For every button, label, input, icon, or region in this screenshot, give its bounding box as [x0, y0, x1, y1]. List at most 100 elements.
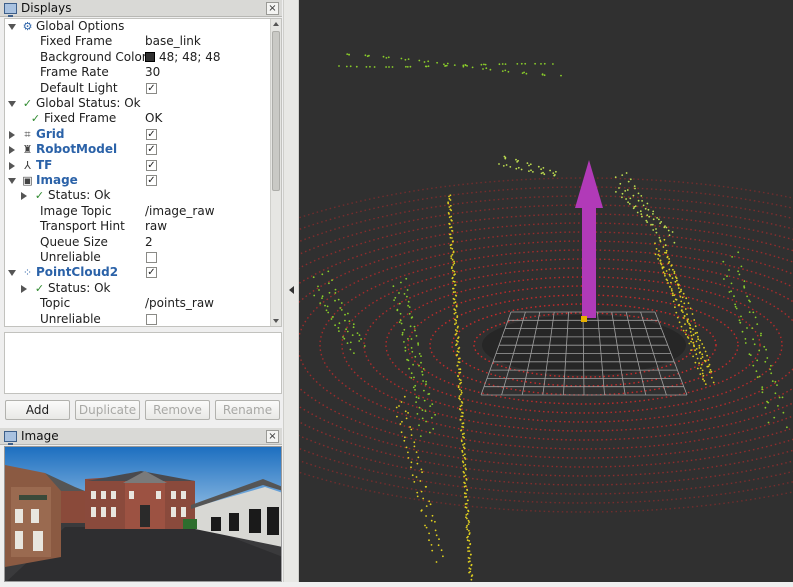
- tree-row-fixed-frame[interactable]: ✓ Fixed Frame OK: [5, 111, 271, 127]
- cloud-point: [692, 341, 695, 344]
- cloud-point: [658, 236, 661, 239]
- cloud-point: [346, 53, 349, 55]
- cloud-point: [467, 510, 470, 513]
- tree-row-topic[interactable]: Topic/points_raw: [5, 296, 271, 312]
- tree-row-label: Unreliable: [40, 250, 101, 264]
- duplicate-button[interactable]: Duplicate: [75, 400, 140, 420]
- cloud-point: [328, 282, 330, 285]
- tree-row-pointcloud2[interactable]: ⁘ PointCloud2 ✓: [5, 265, 271, 281]
- tree-row-value[interactable]: 48; 48; 48: [145, 50, 221, 65]
- cloud-point: [740, 265, 743, 268]
- tree-row-frame-rate[interactable]: Frame Rate 30: [5, 65, 271, 81]
- tree-row-robotmodel[interactable]: ♜ RobotModel ✓: [5, 142, 271, 158]
- scroll-up-icon[interactable]: [273, 22, 279, 26]
- cloud-point: [405, 417, 408, 420]
- cloud-point: [509, 166, 512, 168]
- cloud-point: [425, 420, 427, 423]
- tree-scrollbar[interactable]: [270, 19, 281, 326]
- tree-row-global-status-ok[interactable]: ✓ Global Status: Ok: [5, 96, 271, 112]
- tree-row-transport-hint[interactable]: Transport Hint raw: [5, 219, 271, 235]
- rename-button[interactable]: Rename: [215, 400, 280, 420]
- enable-checkbox[interactable]: [146, 252, 157, 263]
- 3d-scene[interactable]: [299, 0, 793, 587]
- enable-checkbox[interactable]: ✓: [146, 128, 157, 140]
- enable-checkbox[interactable]: ✓: [146, 159, 157, 171]
- tree-row-default-light[interactable]: Default Light ✓: [5, 81, 271, 97]
- cloud-point: [419, 480, 422, 482]
- gear-icon: ⚙: [22, 20, 33, 33]
- scrollbar-thumb[interactable]: [272, 31, 280, 191]
- displays-close-button[interactable]: ×: [266, 2, 279, 15]
- expand-right-icon[interactable]: [9, 146, 15, 155]
- cloud-point: [457, 336, 460, 338]
- tree-row-tf[interactable]: ⅄ TF ✓: [5, 158, 271, 174]
- cloud-point: [658, 218, 660, 221]
- expand-down-icon[interactable]: [8, 178, 16, 184]
- color-swatch[interactable]: [145, 51, 155, 62]
- expand-right-icon[interactable]: [9, 161, 15, 170]
- tree-row-image-topic[interactable]: Image Topic/image_raw: [5, 204, 271, 220]
- enable-checkbox[interactable]: ✓: [146, 144, 157, 156]
- tree-row-value[interactable]: raw: [145, 219, 167, 234]
- cloud-point: [663, 272, 666, 275]
- enable-checkbox[interactable]: [146, 313, 157, 325]
- cloud-point: [391, 66, 394, 68]
- expand-down-icon[interactable]: [8, 24, 16, 30]
- expand-right-icon[interactable]: [9, 130, 15, 139]
- cloud-point: [701, 353, 704, 356]
- tree-row-value[interactable]: /image_raw: [145, 204, 215, 219]
- render-3d-view[interactable]: [299, 0, 793, 587]
- tree-row-value[interactable]: 2: [145, 235, 153, 250]
- tree-row-global-options[interactable]: ⚙ Global Options: [5, 19, 271, 35]
- cloud-point: [675, 298, 678, 301]
- tree-row-status-ok[interactable]: ✓ Status: Ok: [5, 281, 271, 297]
- tree-row-fixed-frame[interactable]: Fixed Frame base_link: [5, 34, 271, 50]
- cloud-point: [541, 73, 544, 76]
- cloud-point: [756, 359, 759, 362]
- cloud-point: [324, 304, 326, 307]
- cloud-point: [540, 63, 542, 65]
- cloud-point: [348, 320, 351, 322]
- cloud-point: [681, 296, 684, 299]
- enable-checkbox[interactable]: ✓: [146, 82, 157, 94]
- scroll-down-icon[interactable]: [273, 319, 279, 323]
- cloud-point: [366, 55, 369, 58]
- enable-checkbox[interactable]: ✓: [146, 175, 157, 186]
- collapse-left-icon[interactable]: [289, 286, 294, 294]
- cloud-point: [764, 360, 767, 363]
- tree-row-value[interactable]: 30: [145, 65, 160, 80]
- remove-button[interactable]: Remove: [145, 400, 210, 420]
- tree-row-background-color[interactable]: Background Color 48; 48; 48: [5, 50, 271, 66]
- cloud-point: [674, 306, 676, 309]
- tree-row-value[interactable]: OK: [145, 111, 162, 126]
- cloud-point: [401, 420, 403, 423]
- cloud-point: [400, 57, 403, 60]
- cloud-point: [410, 372, 413, 375]
- tree-row-value[interactable]: base_link: [145, 34, 201, 49]
- expand-down-icon[interactable]: [8, 101, 16, 107]
- expand-right-icon[interactable]: [21, 192, 27, 201]
- tree-row-unreliable[interactable]: Unreliable: [5, 312, 271, 326]
- cloud-point: [680, 300, 683, 303]
- expand-down-icon[interactable]: [8, 270, 16, 277]
- image-close-button[interactable]: ×: [266, 430, 279, 443]
- tree-row-grid[interactable]: ⌗ Grid ✓: [5, 127, 271, 143]
- displays-tree[interactable]: ⚙ Global Options Fixed Frame base_link Backg…: [4, 18, 282, 327]
- cloud-point: [467, 523, 470, 525]
- cloud-point: [346, 342, 349, 344]
- cloud-point: [770, 372, 773, 375]
- cloud-point: [460, 439, 463, 442]
- tree-row-queue-size[interactable]: Queue Size 2: [5, 235, 271, 251]
- add-button[interactable]: Add: [5, 400, 70, 420]
- cloud-point: [403, 395, 406, 398]
- enable-checkbox[interactable]: ✓: [146, 267, 157, 279]
- tree-row-unreliable[interactable]: Unreliable: [5, 250, 271, 266]
- tree-row-status-ok[interactable]: ✓ Status: Ok: [5, 188, 271, 204]
- expand-right-icon[interactable]: [21, 284, 27, 293]
- panel-splitter[interactable]: [283, 0, 299, 587]
- cloud-point: [462, 412, 464, 414]
- cloud-point: [427, 65, 430, 68]
- cloud-point: [693, 345, 695, 348]
- tree-row-image[interactable]: ▣ Image ✓: [5, 173, 271, 189]
- tree-row-value[interactable]: /points_raw: [145, 296, 214, 311]
